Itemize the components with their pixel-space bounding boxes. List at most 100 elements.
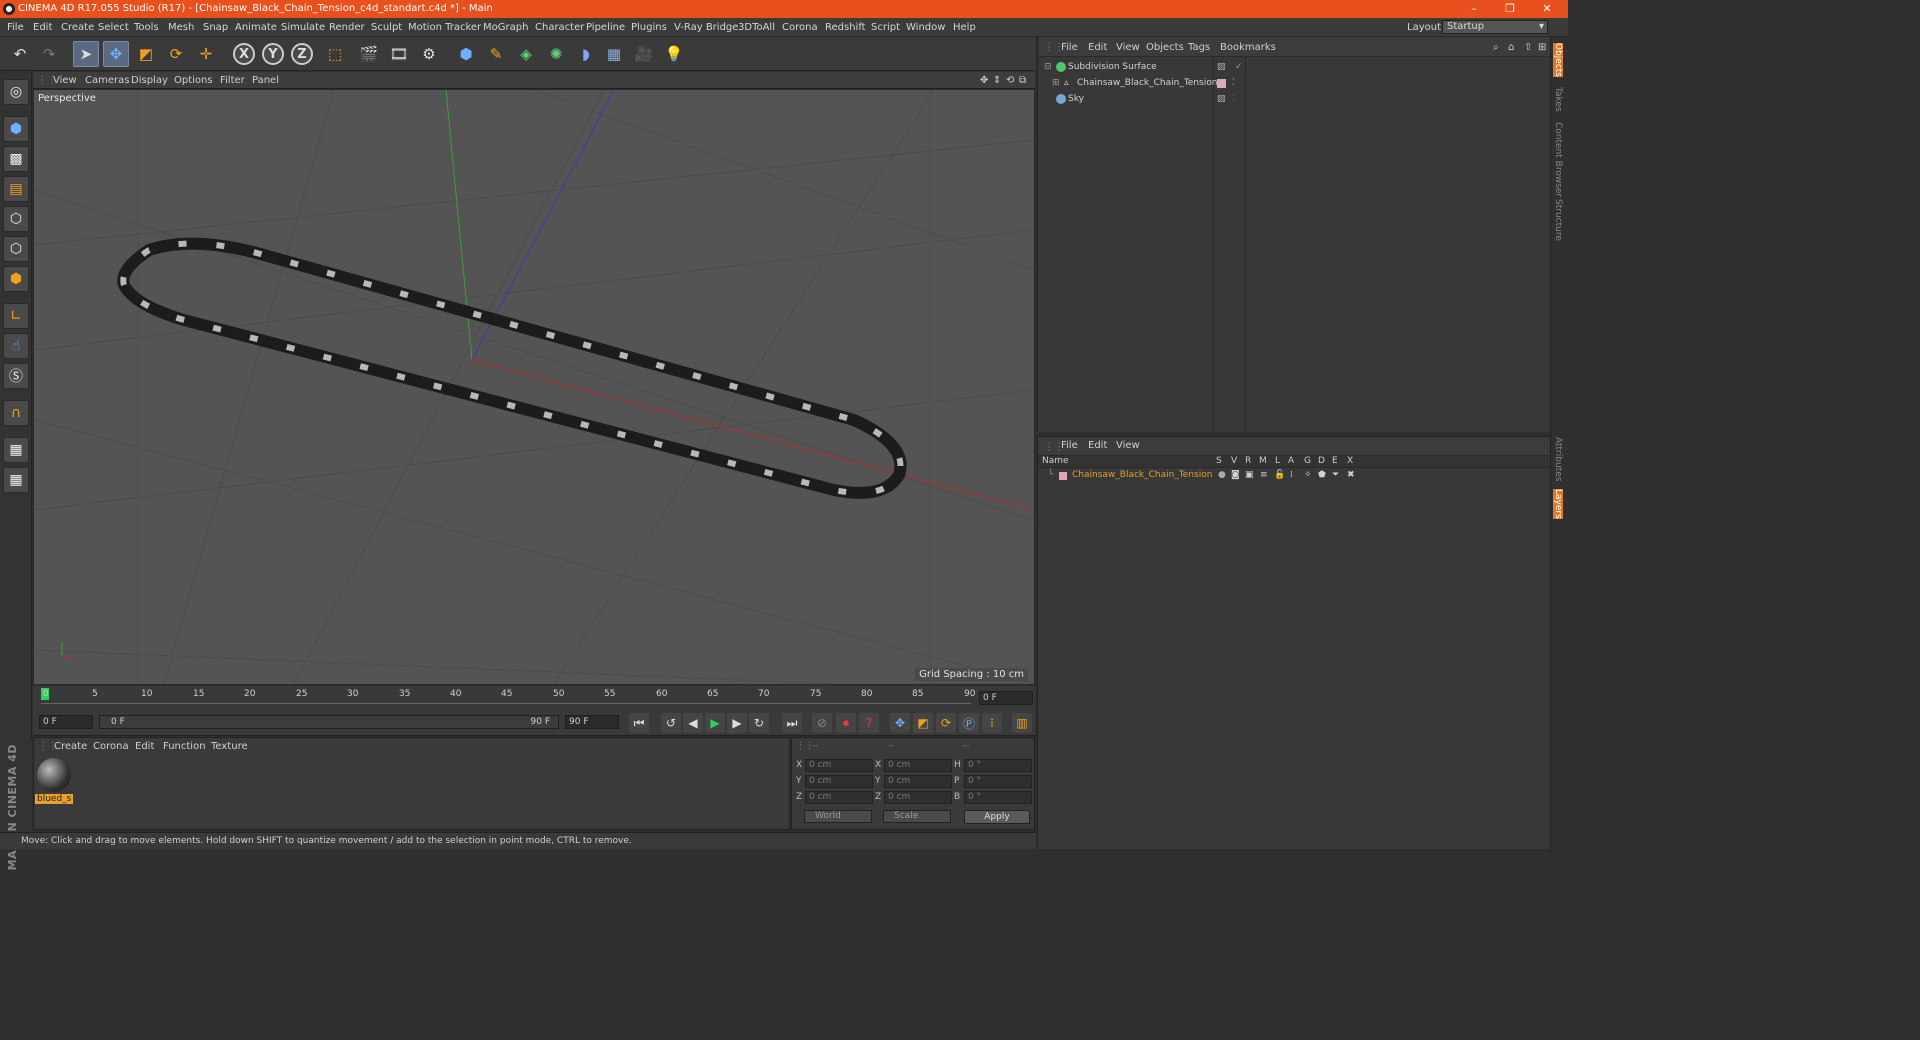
viewport-pan-icon[interactable]: ✥ — [980, 75, 988, 86]
viewport-perspective[interactable]: Perspective Grid Spacing : 10 cm — [33, 89, 1035, 685]
manager-toggle-icon[interactable]: ≡ — [1260, 468, 1268, 483]
texture-mode-icon[interactable]: ▩ — [3, 146, 29, 172]
scale-key-icon[interactable]: ◩ — [913, 713, 933, 733]
render-toggle-icon[interactable]: ▣ — [1245, 468, 1254, 483]
deformer-icon[interactable]: ◗ — [573, 41, 599, 67]
select-arrow-icon[interactable]: ➤ — [73, 41, 99, 67]
size-y-field[interactable]: 0 cm — [884, 775, 952, 788]
previous-key-icon[interactable]: ↺ — [661, 713, 681, 733]
size-z-field[interactable]: 0 cm — [884, 791, 952, 804]
menu-plugins[interactable]: Plugins — [631, 22, 667, 33]
editor-visibility-icon[interactable]: ▨ — [1217, 92, 1226, 107]
col-locked[interactable]: L — [1275, 456, 1280, 466]
generators-toggle-icon[interactable]: ✧ — [1304, 468, 1312, 483]
chainsaw-chain-model[interactable] — [117, 237, 907, 499]
workplane-icon[interactable]: ▤ — [3, 176, 29, 202]
menu-character[interactable]: Character — [535, 22, 584, 33]
start-frame-field[interactable]: 0 F — [39, 715, 93, 729]
previous-frame-icon[interactable]: ◀ — [683, 713, 703, 733]
undo-icon[interactable]: ↶ — [7, 41, 33, 67]
move-icon[interactable]: ✥ — [103, 41, 129, 67]
layer-menu-view[interactable]: View — [1116, 440, 1140, 451]
z-axis-icon[interactable]: Z — [291, 43, 313, 65]
position-key-icon[interactable]: ✥ — [890, 713, 910, 733]
view-toggle-icon[interactable]: ◙ — [1231, 468, 1240, 483]
material-menu-corona[interactable]: Corona — [93, 741, 129, 752]
parameter-key-icon[interactable]: Ⓟ — [959, 713, 979, 733]
make-editable-icon[interactable]: ◎ — [3, 79, 29, 105]
viewport-rotate-icon[interactable]: ⟲ — [1006, 75, 1014, 86]
maximize-button[interactable]: ❐ — [1502, 2, 1518, 15]
edges-mode-icon[interactable]: ⬡ — [3, 236, 29, 262]
material-menu-function[interactable]: Function — [163, 741, 206, 752]
play-icon[interactable]: ▶ — [705, 713, 725, 733]
menu-vray-bridge[interactable]: V-Ray Bridge — [674, 22, 738, 33]
layer-color-swatch[interactable] — [1059, 472, 1067, 480]
tab-takes[interactable]: Takes — [1553, 87, 1563, 112]
object-menu-edit[interactable]: Edit — [1088, 42, 1107, 53]
menu-snap[interactable]: Snap — [203, 22, 228, 33]
animation-toggle-icon[interactable]: ⁞ — [1290, 468, 1293, 483]
solo-toggle-icon[interactable]: ● — [1218, 468, 1226, 483]
apply-button[interactable]: Apply — [964, 810, 1030, 824]
menu-sculpt[interactable]: Sculpt — [371, 22, 402, 33]
col-name[interactable]: Name — [1042, 456, 1069, 466]
model-mode-icon[interactable]: ⬢ — [3, 116, 29, 142]
new-view-icon[interactable]: ⊞ — [1538, 42, 1546, 53]
xref-toggle-icon[interactable]: ✖ — [1347, 468, 1355, 483]
render-picture-viewer-icon[interactable]: 🎞 — [386, 41, 412, 67]
axis-mode-icon[interactable]: ∟ — [3, 303, 29, 329]
size-mode-dropdown[interactable]: Scale — [883, 810, 951, 823]
current-frame-field[interactable]: 0 F — [979, 691, 1033, 705]
tab-layers[interactable]: Layers — [1553, 489, 1563, 519]
menu-pipeline[interactable]: Pipeline — [586, 22, 625, 33]
floor-icon[interactable]: ▦ — [601, 41, 627, 67]
col-manager[interactable]: M — [1259, 456, 1267, 466]
enabled-check-icon[interactable]: ✓ — [1235, 60, 1243, 75]
polygons-mode-icon[interactable]: ⬢ — [3, 266, 29, 292]
col-animation[interactable]: A — [1288, 456, 1294, 466]
visibility-dots-icon[interactable]: ⁚ — [1232, 76, 1235, 91]
menu-corona[interactable]: Corona — [782, 22, 818, 33]
layout-dropdown[interactable]: Startup ▾ — [1442, 20, 1548, 34]
viewport-menu-display[interactable]: Display — [131, 75, 168, 86]
pos-z-field[interactable]: 0 cm — [805, 791, 873, 804]
search-icon[interactable]: ⌕ — [1493, 42, 1499, 53]
tab-attributes[interactable]: Attributes — [1553, 437, 1563, 481]
coordinate-mode-dropdown[interactable]: World — [804, 810, 872, 823]
menu-animate[interactable]: Animate — [235, 22, 277, 33]
layer-row[interactable]: └ Chainsaw_Black_Chain_Tension ● ◙ ▣ ≡ 🔓… — [1038, 468, 1543, 483]
editor-visibility-icon[interactable]: ▨ — [1217, 60, 1226, 75]
render-settings-icon[interactable]: ⚙ — [416, 41, 442, 67]
col-xref[interactable]: X — [1347, 456, 1353, 466]
x-axis-icon[interactable]: X — [233, 43, 255, 65]
menu-select[interactable]: Select — [98, 22, 129, 33]
menu-mograph[interactable]: MoGraph — [483, 22, 528, 33]
layer-color-swatch[interactable] — [1217, 79, 1226, 88]
light-icon[interactable]: 💡 — [661, 41, 687, 67]
col-expressions[interactable]: E — [1332, 456, 1338, 466]
coordinate-system-icon[interactable]: ⬚ — [322, 41, 348, 67]
point-level-key-icon[interactable]: ⁞ — [982, 713, 1002, 733]
viewport-menu-cameras[interactable]: Cameras — [85, 75, 129, 86]
col-solo[interactable]: S — [1216, 456, 1222, 466]
tab-content-browser[interactable]: Content Browser — [1553, 122, 1563, 197]
rotate-icon[interactable]: ⟳ — [163, 41, 189, 67]
menu-render[interactable]: Render — [329, 22, 365, 33]
rot-p-field[interactable]: 0 ° — [964, 775, 1032, 788]
next-key-icon[interactable]: ↻ — [749, 713, 769, 733]
object-menu-objects[interactable]: Objects — [1146, 42, 1184, 53]
object-menu-bookmarks[interactable]: Bookmarks — [1220, 42, 1276, 53]
col-view[interactable]: V — [1231, 456, 1237, 466]
col-generators[interactable]: G — [1304, 456, 1311, 466]
go-to-start-icon[interactable]: ⏮ — [629, 713, 649, 733]
record-keys-icon[interactable]: ⊘ — [812, 713, 832, 733]
subdivision-icon[interactable]: ◈ — [513, 41, 539, 67]
timeline-window-icon[interactable]: ▥ — [1012, 713, 1032, 733]
rot-h-field[interactable]: 0 ° — [964, 759, 1032, 772]
preview-range-slider[interactable]: 0 F 90 F — [99, 715, 559, 729]
object-menu-file[interactable]: File — [1061, 42, 1078, 53]
menu-3dtoall[interactable]: 3DToAll — [738, 22, 775, 33]
viewport-zoom-icon[interactable]: ⇕ — [993, 75, 1001, 86]
menu-edit[interactable]: Edit — [33, 22, 52, 33]
